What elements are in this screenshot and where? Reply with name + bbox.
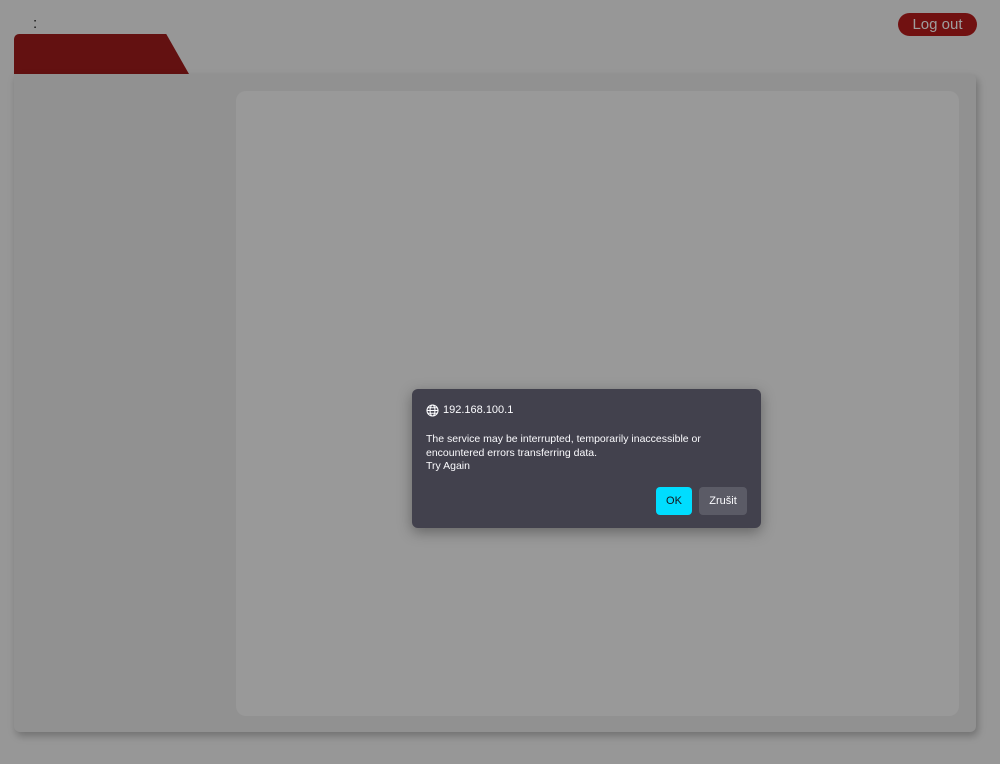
alert-dialog: 192.168.100.1 The service may be interru…	[412, 389, 761, 528]
globe-icon	[426, 403, 439, 417]
dialog-message-line: The service may be interrupted, temporar…	[426, 433, 701, 445]
ok-button[interactable]: OK	[656, 487, 692, 515]
dialog-message: The service may be interrupted, temporar…	[426, 433, 746, 474]
modal-overlay	[0, 0, 1000, 764]
dialog-message-line: encountered errors transferring data.	[426, 446, 598, 459]
cancel-button[interactable]: Zrušit	[699, 487, 747, 515]
dialog-origin: 192.168.100.1	[443, 404, 514, 416]
dialog-header: 192.168.100.1	[426, 402, 513, 418]
dialog-buttons: OK Zrušit	[656, 487, 747, 515]
dialog-message-line: Try Again	[426, 460, 470, 472]
